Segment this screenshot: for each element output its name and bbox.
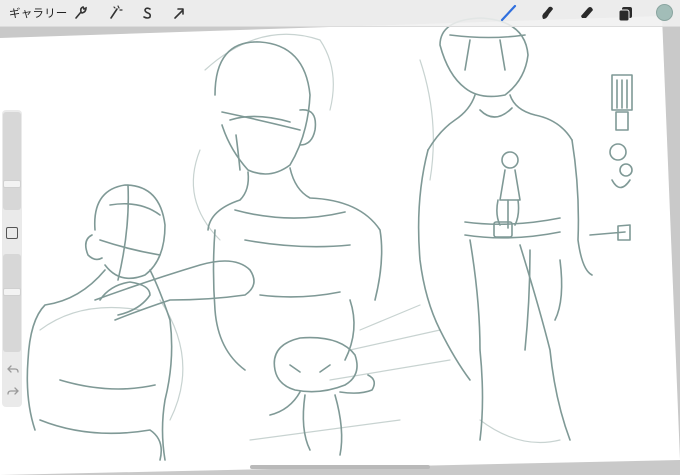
modify-button[interactable]	[6, 227, 18, 239]
selection-s-icon[interactable]	[137, 3, 157, 23]
brush-icon[interactable]	[498, 3, 518, 23]
undo-icon[interactable]	[7, 362, 19, 374]
arrow-cursor-icon[interactable]	[169, 3, 189, 23]
top-toolbar: ギャラリー	[0, 0, 680, 27]
opacity-knob[interactable]	[3, 288, 21, 296]
gallery-button[interactable]: ギャラリー	[9, 5, 68, 21]
brush-size-knob[interactable]	[3, 180, 21, 188]
eraser-icon[interactable]	[577, 3, 597, 23]
magic-wand-icon[interactable]	[104, 3, 124, 23]
brush-size-slider[interactable]	[3, 112, 21, 210]
opacity-slider[interactable]	[3, 254, 21, 352]
drawing-canvas[interactable]	[0, 0, 680, 475]
smudge-icon[interactable]	[537, 3, 557, 23]
layers-icon[interactable]	[616, 3, 636, 23]
home-indicator	[250, 465, 430, 469]
color-swatch[interactable]	[656, 4, 673, 21]
redo-icon[interactable]	[7, 384, 19, 396]
left-sidebar	[2, 110, 22, 407]
wrench-icon[interactable]	[70, 3, 90, 23]
